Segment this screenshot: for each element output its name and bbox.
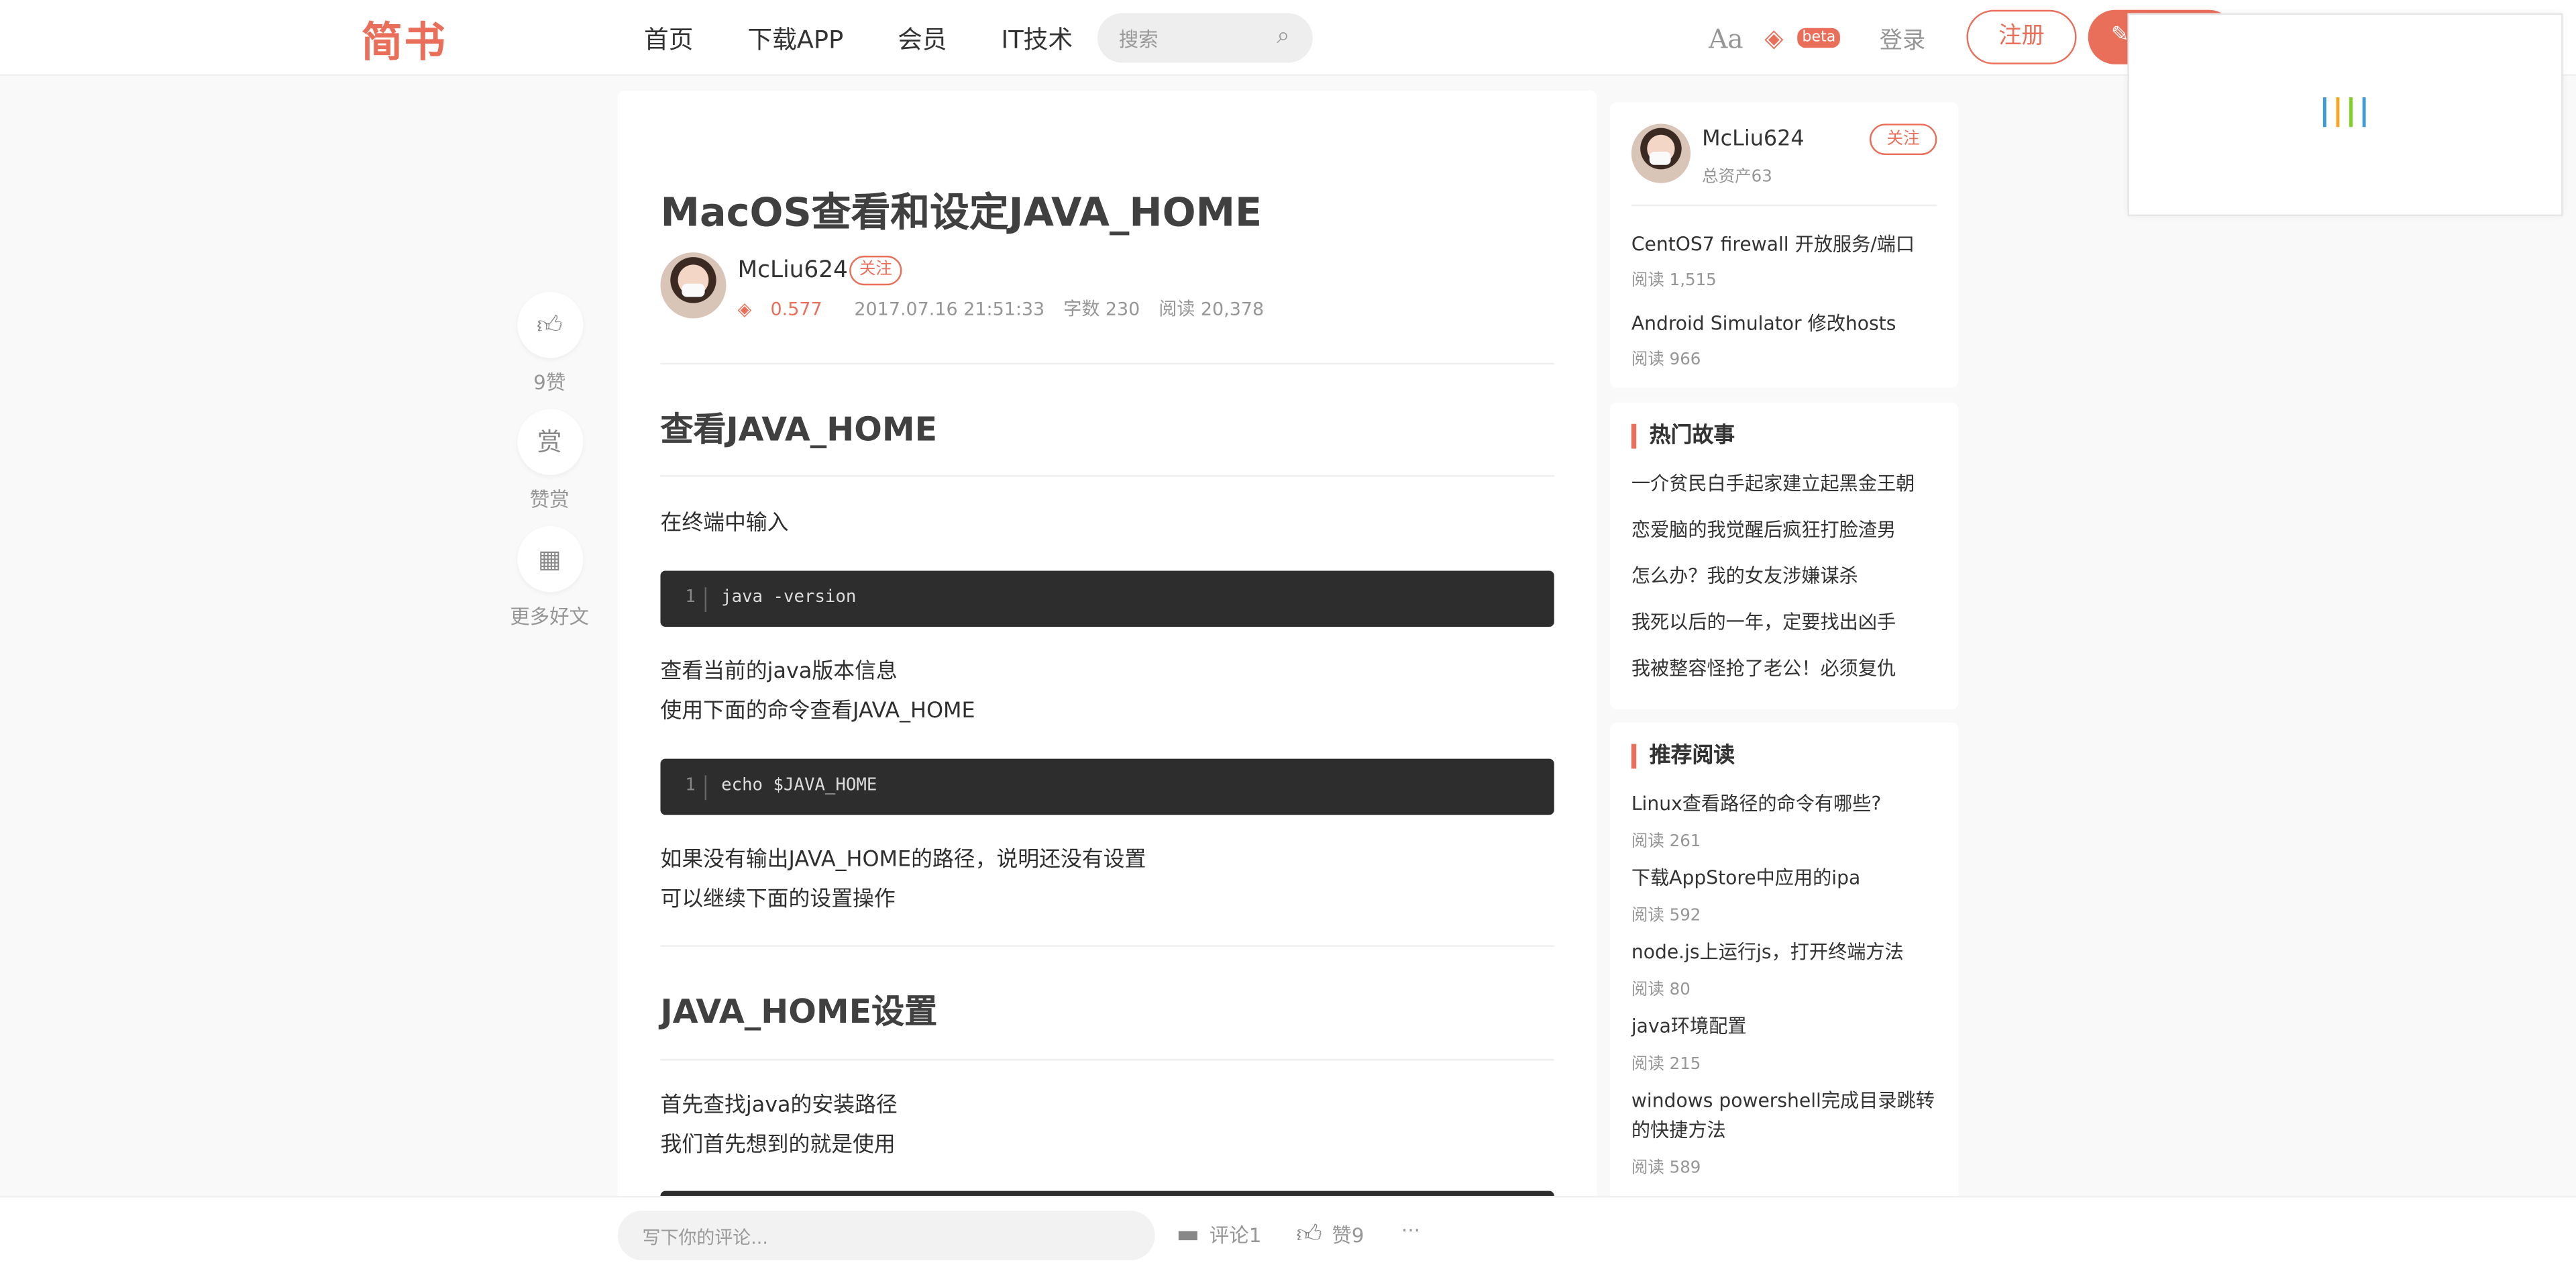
thumbs-up-icon[interactable]: 👍︎ xyxy=(517,292,583,358)
paragraph: 在终端中输入 xyxy=(660,511,789,536)
author-post-title[interactable]: CentOS7 firewall 开放服务/端口 xyxy=(1631,230,1940,259)
thumbs-up-icon: 👍︎ xyxy=(1296,1219,1322,1249)
more-articles-action[interactable]: ▦ 更多好文 xyxy=(510,526,589,630)
code-text: java -version xyxy=(721,587,857,607)
author-post-title[interactable]: Android Simulator 修改hosts xyxy=(1631,309,1940,338)
search-input[interactable]: 搜索 xyxy=(1119,25,1159,53)
comment-placeholder: 写下你的评论... xyxy=(642,1227,768,1249)
reward-icon[interactable]: 赏 xyxy=(517,409,583,475)
beta-badge: beta xyxy=(1797,28,1841,48)
recommended-heading: 推荐阅读 xyxy=(1631,744,1735,769)
pen-icon: ✎ xyxy=(2110,23,2129,48)
diamond-icon[interactable]: ◈ xyxy=(1764,23,1783,52)
recommended-item-title[interactable]: node.js上运行js，打开终端方法 xyxy=(1631,937,1940,966)
nav-link-membership[interactable]: 会员 xyxy=(898,21,947,56)
author-card-name[interactable]: McLiu624 xyxy=(1702,127,1805,152)
reward-label: 赞赏 xyxy=(529,488,570,511)
qrcode-icon[interactable]: ▦ xyxy=(517,526,583,593)
site-logo[interactable]: 简书 xyxy=(362,10,447,69)
like-action[interactable]: 👍︎ 9赞 xyxy=(513,292,586,396)
like-button[interactable]: 👍︎ 赞9 xyxy=(1296,1219,1364,1250)
hot-story-item[interactable]: 我被整容怪抢了老公！必须复仇 xyxy=(1631,653,1940,682)
login-link[interactable]: 登录 xyxy=(1880,23,1926,56)
paragraph: 我们首先想到的就是使用 xyxy=(660,1133,896,1158)
loading-popup xyxy=(2127,13,2563,216)
publish-date: 2017.07.16 21:51:33 xyxy=(854,298,1045,320)
paragraph: 如果没有输出JAVA_HOME的路径，说明还没有设置 xyxy=(660,848,1146,873)
recommended-item-title[interactable]: windows powershell完成目录跳转的快捷方法 xyxy=(1631,1085,1940,1144)
reward-action[interactable]: 赏 赞赏 xyxy=(513,409,586,513)
author-name[interactable]: McLiu624 xyxy=(738,257,848,283)
article-title: MacOS查看和设定JAVA_HOME xyxy=(660,189,1263,236)
line-number: 1 xyxy=(685,775,707,801)
divider xyxy=(660,1059,1554,1061)
hot-story-item[interactable]: 恋爱脑的我觉醒后疯狂打脸渣男 xyxy=(1631,515,1940,544)
diamond-score: ◈ 0.577 xyxy=(737,298,822,320)
recommended-item-title[interactable]: java环境配置 xyxy=(1631,1011,1940,1041)
comments-label: 评论1 xyxy=(1209,1223,1262,1247)
article-meta: ◈ 0.577 2017.07.16 21:51:33 字数 230 阅读 20… xyxy=(738,295,1277,321)
more-icon: ··· xyxy=(1401,1219,1421,1242)
code-text: echo $JAVA_HOME xyxy=(721,775,877,795)
nav-link-download-app[interactable]: 下载APP xyxy=(747,21,843,56)
recommended-item-reads: 阅读 589 xyxy=(1631,1159,1701,1178)
search-icon[interactable]: ⌕ xyxy=(1277,23,1289,49)
author-card-assets: 总资产63 xyxy=(1702,168,1772,187)
likes-label: 赞9 xyxy=(1332,1223,1364,1248)
author-post-reads: 阅读 1,515 xyxy=(1631,272,1717,291)
divider xyxy=(1631,204,1937,207)
recommended-item-title[interactable]: Linux查看路径的命令有哪些? xyxy=(1631,789,1940,818)
article-panel: MacOS查看和设定JAVA_HOME McLiu624 关注 ◈ 0.577 … xyxy=(617,91,1597,1213)
author-card-avatar[interactable] xyxy=(1631,123,1691,183)
paragraph: 首先查找java的安装路径 xyxy=(660,1093,898,1119)
font-size-toggle[interactable]: Aa xyxy=(1709,23,1743,54)
hot-stories-panel: 热门故事 一介贫民白手起家建立起黑金王朝 恋爱脑的我觉醒后疯狂打脸渣男 怎么办？… xyxy=(1610,402,1959,709)
like-count: 9赞 xyxy=(533,371,566,395)
more-articles-label: 更多好文 xyxy=(510,605,589,629)
read-count: 阅读 20,378 xyxy=(1159,298,1265,320)
recommended-item-reads: 阅读 215 xyxy=(1631,1056,1701,1074)
divider xyxy=(660,945,1554,947)
line-number: 1 xyxy=(685,587,707,612)
nav-link-home[interactable]: 首页 xyxy=(644,21,694,56)
comment-input[interactable]: 写下你的评论... xyxy=(617,1211,1155,1260)
search-box[interactable]: 搜索 ⌕ xyxy=(1097,13,1313,63)
code-block: 1 echo $JAVA_HOME xyxy=(660,758,1554,815)
word-count: 字数 230 xyxy=(1063,298,1140,320)
recommended-item-reads: 阅读 261 xyxy=(1631,833,1701,852)
code-block: 1 java -version xyxy=(660,570,1554,627)
follow-button[interactable]: 关注 xyxy=(849,255,902,286)
section-heading: 查看JAVA_HOME xyxy=(660,409,938,449)
divider xyxy=(660,474,1554,477)
more-options-button[interactable]: ··· xyxy=(1401,1219,1420,1241)
comment-icon: ▬ xyxy=(1176,1219,1200,1249)
paragraph: 查看当前的java版本信息 xyxy=(660,660,898,685)
section-heading: JAVA_HOME设置 xyxy=(660,991,938,1031)
nav-links: 首页 下载APP 会员 IT技术 xyxy=(644,21,1127,56)
recommended-item-reads: 阅读 592 xyxy=(1631,907,1701,925)
paragraph: 使用下面的命令查看JAVA_HOME xyxy=(660,699,975,725)
divider xyxy=(660,362,1554,365)
loading-spinner xyxy=(2322,97,2366,128)
recommended-item-title[interactable]: 下载AppStore中应用的ipa xyxy=(1631,863,1940,893)
hot-story-item[interactable]: 我死以后的一年，定要找出凶手 xyxy=(1631,607,1940,637)
nav-link-it-tech[interactable]: IT技术 xyxy=(1001,21,1073,56)
author-avatar[interactable] xyxy=(660,252,727,319)
comments-button[interactable]: ▬ 评论1 xyxy=(1176,1219,1261,1248)
recommended-panel: 推荐阅读 Linux查看路径的命令有哪些? 阅读 261 下载AppStore中… xyxy=(1610,722,1959,1201)
bottom-action-bar: 写下你的评论... ▬ 评论1 👍︎ 赞9 ··· xyxy=(0,1196,2576,1267)
author-post-reads: 阅读 966 xyxy=(1631,351,1701,370)
author-card-follow-button[interactable]: 关注 xyxy=(1869,123,1937,156)
hot-story-item[interactable]: 怎么办？我的女友涉嫌谋杀 xyxy=(1631,561,1940,591)
diamond-small-icon: ◈ xyxy=(737,298,752,320)
register-button[interactable]: 注册 xyxy=(1966,9,2077,64)
paragraph: 可以继续下面的设置操作 xyxy=(660,887,896,913)
hot-story-item[interactable]: 一介贫民白手起家建立起黑金王朝 xyxy=(1631,468,1940,498)
hot-stories-heading: 热门故事 xyxy=(1631,423,1735,449)
recommended-item-reads: 阅读 80 xyxy=(1631,981,1690,1000)
